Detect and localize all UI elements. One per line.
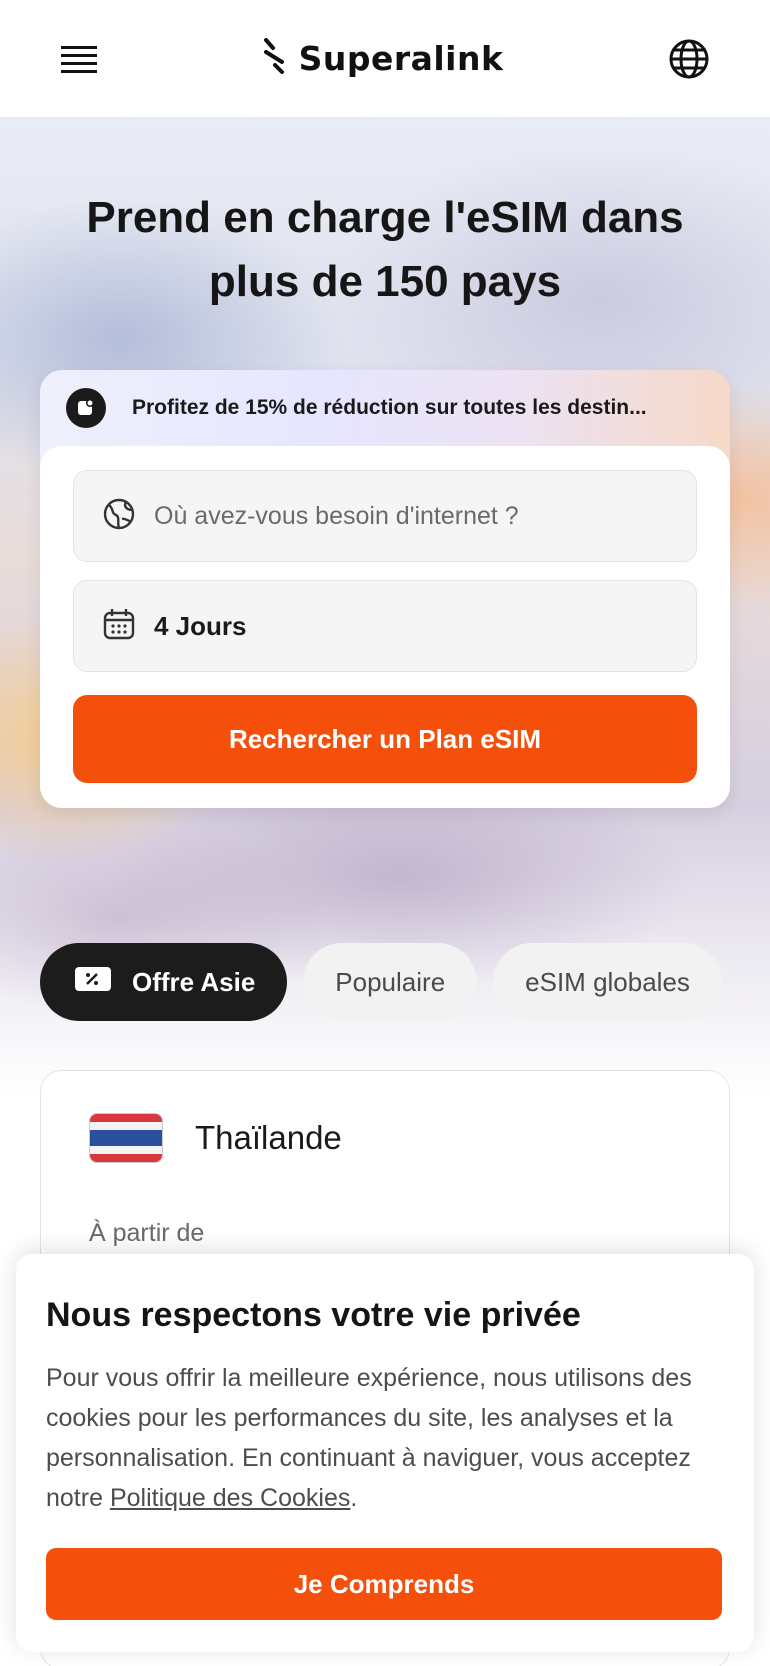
- duration-select[interactable]: 4 Jours: [73, 580, 697, 672]
- hamburger-menu-icon[interactable]: [58, 38, 100, 80]
- calendar-icon: [102, 607, 136, 646]
- logo-mark-icon: [263, 38, 285, 79]
- top-header: Superalink: [0, 0, 770, 118]
- promo-text: Profitez de 15% de réduction sur toutes …: [132, 396, 647, 419]
- promo-banner[interactable]: Profitez de 15% de réduction sur toutes …: [40, 370, 730, 446]
- cookie-policy-link[interactable]: Politique des Cookies: [110, 1484, 350, 1512]
- search-card: Profitez de 15% de réduction sur toutes …: [40, 370, 730, 808]
- cookie-text: Pour vous offrir la meilleure expérience…: [46, 1358, 736, 1518]
- cookie-title: Nous respectons votre vie privée: [46, 1296, 581, 1334]
- destination-input[interactable]: Où avez-vous besoin d'internet ?: [73, 470, 697, 562]
- tab-populaire[interactable]: Populaire: [303, 943, 478, 1021]
- discount-icon: [66, 388, 106, 428]
- hero-title-line-2: plus de 150 pays: [208, 257, 562, 306]
- cookie-banner: Nous respectons votre vie privée Pour vo…: [16, 1254, 754, 1652]
- price-from-label: À partir de: [89, 1219, 205, 1247]
- duration-value: 4 Jours: [154, 610, 247, 641]
- search-plan-button[interactable]: Rechercher un Plan eSIM: [73, 695, 697, 783]
- brand-logo[interactable]: Superalink: [263, 38, 504, 79]
- country-name: Thaïlande: [195, 1119, 342, 1156]
- offer-tabs: Offre Asie Populaire eSIM globales: [40, 943, 722, 1021]
- search-form: Où avez-vous besoin d'internet ? 4 Jours…: [40, 446, 730, 808]
- destination-placeholder: Où avez-vous besoin d'internet ?: [154, 501, 519, 530]
- earth-icon: [102, 497, 136, 536]
- globe-icon[interactable]: [666, 36, 712, 82]
- accept-cookies-button[interactable]: Je Comprends: [46, 1548, 722, 1620]
- brand-name: Superalink: [298, 39, 504, 78]
- tab-offre-asie[interactable]: Offre Asie: [40, 943, 288, 1021]
- thailand-flag-icon: [89, 1113, 163, 1163]
- hero-title-line-1: Prend en charge l'eSIM dans: [86, 193, 684, 242]
- ticket-icon: [74, 965, 112, 1000]
- cookie-body-end: .: [350, 1484, 358, 1512]
- tab-esim-globales[interactable]: eSIM globales: [493, 943, 722, 1021]
- hero-title: Prend en charge l'eSIM dans plus de 150 …: [0, 186, 770, 314]
- tab-label: Offre Asie: [132, 966, 256, 997]
